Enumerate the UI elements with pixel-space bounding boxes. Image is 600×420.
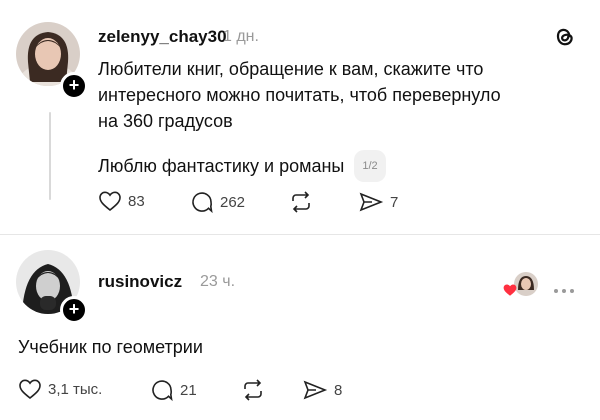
reply-username[interactable]: rusinovicz: [98, 272, 182, 292]
more-options-icon[interactable]: [552, 280, 576, 298]
post-continuation-text: Люблю фантастику и романы: [98, 156, 345, 176]
reply-text: Учебник по геометрии: [18, 337, 203, 357]
repost-button[interactable]: [288, 190, 314, 214]
thread-line: [49, 112, 51, 200]
post-username[interactable]: zelenyy_chay30: [98, 27, 227, 47]
like-button[interactable]: 83: [98, 190, 145, 212]
share-button[interactable]: 7: [358, 190, 398, 214]
share-icon: [303, 380, 328, 400]
threads-logo-icon[interactable]: [552, 24, 576, 55]
reply-share-button[interactable]: 8: [302, 378, 342, 402]
follow-plus-button[interactable]: +: [60, 72, 88, 100]
reply-like-count: 3,1 тыс.: [48, 380, 103, 398]
reply-like-button[interactable]: 3,1 тыс.: [18, 378, 102, 400]
reply-comment-button[interactable]: 21: [150, 378, 197, 402]
comment-icon: [192, 192, 213, 214]
heart-icon: [19, 379, 41, 400]
heart-icon: [99, 191, 121, 212]
comment-icon: [152, 380, 173, 402]
post-text-line: на 360 градусов: [98, 111, 233, 131]
reply-share-count: 8: [334, 381, 343, 399]
page-indicator: 1/2: [354, 150, 386, 182]
author-liked-badge: [502, 272, 538, 298]
red-heart-icon: [503, 284, 517, 296]
post-text: Любители книг, обращение к вам, скажите …: [98, 56, 578, 134]
comment-button[interactable]: 262: [190, 190, 245, 214]
post-text-line: интересного можно почитать, чтоб перевер…: [98, 85, 501, 105]
like-count: 83: [128, 192, 145, 210]
repost-icon: [292, 191, 310, 213]
share-icon: [359, 192, 384, 212]
reply-repost-button[interactable]: [240, 378, 266, 402]
reply-follow-plus-button[interactable]: +: [60, 296, 88, 324]
divider: [0, 234, 600, 235]
post-timestamp: 1 дн.: [223, 28, 259, 45]
reply-comment-count: 21: [180, 381, 197, 399]
post-continuation: Люблю фантастику и романы 1/2: [98, 150, 386, 182]
post-text-line: Любители книг, обращение к вам, скажите …: [98, 59, 484, 79]
reply-timestamp: 23 ч.: [200, 273, 236, 290]
share-count: 7: [390, 193, 399, 211]
comment-count: 262: [220, 193, 246, 211]
repost-icon: [244, 379, 262, 401]
